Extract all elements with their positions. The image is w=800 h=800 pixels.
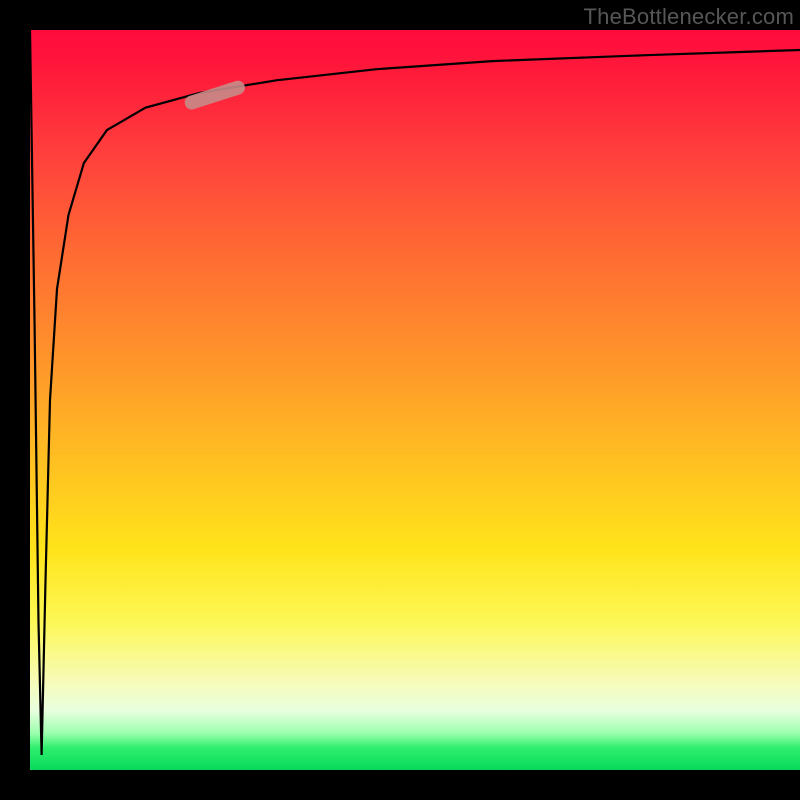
bottleneck-curve-path — [30, 30, 800, 755]
curve-highlight-marker — [192, 88, 238, 103]
chart-frame: TheBottlenecker.com — [0, 0, 800, 800]
credit-label: TheBottlenecker.com — [584, 4, 794, 30]
plot-area — [30, 30, 800, 770]
curve-layer — [30, 30, 800, 770]
